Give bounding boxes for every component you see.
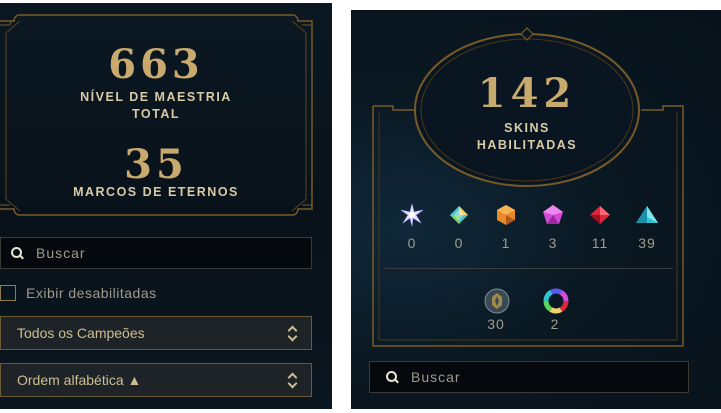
enabled-skins-value: 142 [477, 70, 577, 117]
skins-label-line1: SKINS [504, 121, 550, 135]
epic-count: 11 [591, 235, 609, 251]
champion-search-input[interactable]: Buscar [0, 237, 312, 269]
show-disabled-label: Exibir desabilitadas [26, 285, 157, 301]
legendary-count: 3 [548, 235, 558, 251]
skins-panel: 142 SKINS HABILITADAS 0 0 1 3 11 39 30 2… [351, 10, 721, 409]
mastery-panel: 663 NÍVEL DE MAESTRIA TOTAL 35 MARCOS DE… [0, 3, 332, 409]
epic-gem-icon [590, 206, 610, 224]
eternals-milestones-label: MARCOS DE ETERNOS [73, 185, 239, 199]
champion-filter-dropdown[interactable]: Todos os Campeões [0, 316, 312, 350]
ultimate-count: 0 [454, 235, 464, 251]
mythic-count: 1 [501, 235, 511, 251]
sort-order-dropdown[interactable]: Ordem alfabética ▲ [0, 363, 312, 397]
mastery-label-line2: TOTAL [131, 107, 180, 121]
mastery-level-value: 663 [108, 41, 204, 88]
mastery-level-label: NÍVEL DE MAESTRIA TOTAL [0, 89, 312, 123]
emblem-count: 30 [487, 316, 505, 332]
search-placeholder: Buscar [411, 369, 461, 385]
show-disabled-toggle[interactable]: Exibir desabilitadas [0, 285, 157, 301]
search-icon [386, 370, 399, 384]
chroma-wheel-icon [543, 288, 569, 314]
rare-gem-icon [636, 206, 658, 223]
emblem-badge-icon [484, 288, 510, 314]
enabled-skins-label: SKINS HABILITADAS [351, 120, 703, 154]
sort-order-value: Ordem alfabética ▲ [17, 372, 142, 388]
mythic-gem-icon [497, 205, 515, 225]
chevron-updown-icon [287, 326, 297, 340]
eternals-milestones-value: 35 [124, 141, 188, 188]
champion-filter-value: Todos os Campeões [17, 325, 145, 341]
skins-label-line2: HABILITADAS [476, 138, 578, 152]
legendary-gem-icon [543, 205, 563, 224]
divider [385, 268, 673, 269]
ultimate-gem-icon [450, 206, 468, 224]
transcendent-gem-icon [400, 203, 424, 227]
chevron-updown-icon [287, 373, 297, 387]
rare-count: 39 [638, 235, 656, 251]
show-disabled-checkbox[interactable] [0, 285, 16, 301]
mastery-label-line1: NÍVEL DE MAESTRIA [80, 90, 232, 104]
search-icon [11, 246, 24, 260]
transcendent-count: 0 [407, 235, 417, 251]
skin-search-input[interactable]: Buscar [369, 361, 689, 393]
chroma-count: 2 [550, 316, 560, 332]
search-placeholder: Buscar [36, 245, 86, 261]
